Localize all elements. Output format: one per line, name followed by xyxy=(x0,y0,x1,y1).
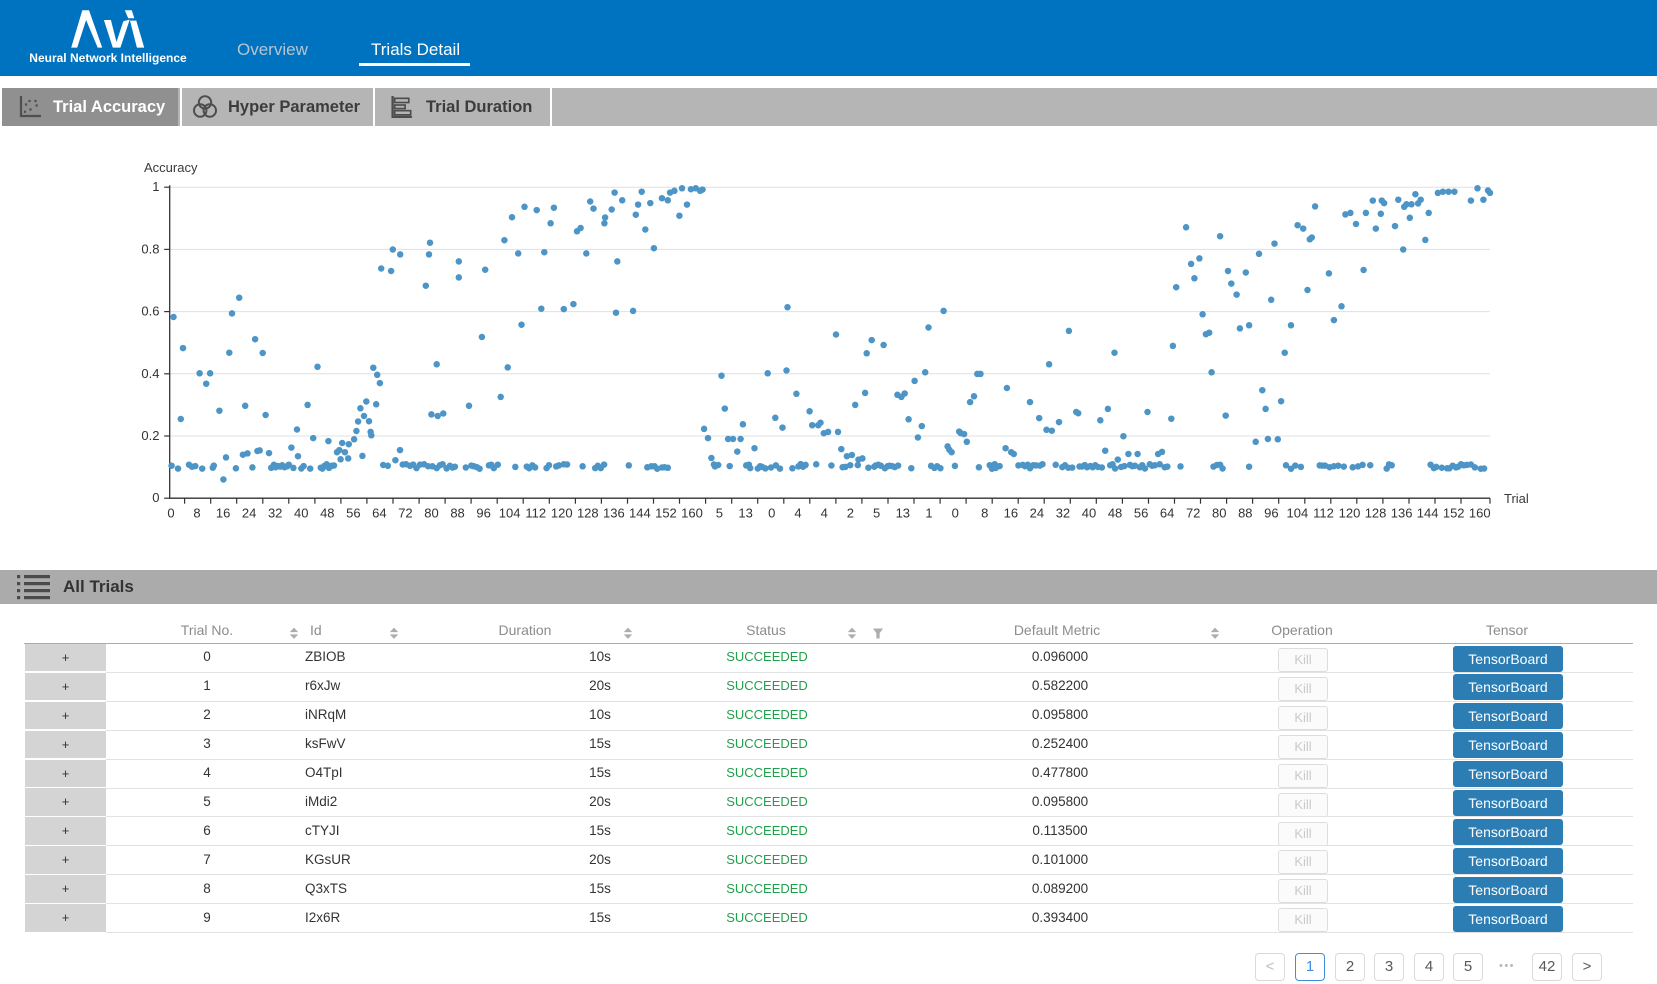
svg-text:56: 56 xyxy=(1134,506,1148,521)
svg-text:64: 64 xyxy=(372,506,386,521)
svg-text:48: 48 xyxy=(320,506,334,521)
svg-text:152: 152 xyxy=(655,506,677,521)
svg-text:112: 112 xyxy=(1313,506,1334,521)
svg-text:2: 2 xyxy=(847,506,854,521)
svg-text:64: 64 xyxy=(1160,506,1174,521)
svg-text:32: 32 xyxy=(268,506,282,521)
svg-text:8: 8 xyxy=(981,506,988,521)
svg-text:4: 4 xyxy=(794,506,801,521)
svg-text:120: 120 xyxy=(1339,506,1361,521)
svg-text:16: 16 xyxy=(1004,506,1018,521)
svg-text:88: 88 xyxy=(1238,506,1252,521)
svg-text:13: 13 xyxy=(896,506,910,521)
svg-text:80: 80 xyxy=(1212,506,1226,521)
svg-text:0: 0 xyxy=(768,506,775,521)
svg-text:5: 5 xyxy=(716,506,723,521)
svg-text:72: 72 xyxy=(1186,506,1200,521)
svg-text:56: 56 xyxy=(346,506,360,521)
svg-text:144: 144 xyxy=(1417,506,1439,521)
svg-text:128: 128 xyxy=(577,506,599,521)
svg-text:1: 1 xyxy=(925,506,932,521)
svg-text:136: 136 xyxy=(1391,506,1413,521)
svg-text:160: 160 xyxy=(681,506,703,521)
svg-text:0.8: 0.8 xyxy=(141,241,159,256)
svg-text:96: 96 xyxy=(476,506,490,521)
svg-text:24: 24 xyxy=(1030,506,1044,521)
svg-text:104: 104 xyxy=(499,506,521,521)
svg-text:48: 48 xyxy=(1108,506,1122,521)
svg-text:160: 160 xyxy=(1469,506,1491,521)
svg-text:152: 152 xyxy=(1443,506,1465,521)
svg-text:128: 128 xyxy=(1365,506,1387,521)
svg-text:40: 40 xyxy=(1082,506,1096,521)
svg-text:0.4: 0.4 xyxy=(141,366,159,381)
svg-text:120: 120 xyxy=(551,506,573,521)
svg-text:40: 40 xyxy=(294,506,308,521)
svg-text:Accuracy: Accuracy xyxy=(144,160,198,175)
svg-text:136: 136 xyxy=(603,506,625,521)
svg-text:72: 72 xyxy=(398,506,412,521)
svg-text:88: 88 xyxy=(450,506,464,521)
svg-text:8: 8 xyxy=(193,506,200,521)
svg-text:80: 80 xyxy=(424,506,438,521)
svg-text:0.6: 0.6 xyxy=(141,304,159,319)
svg-text:32: 32 xyxy=(1056,506,1070,521)
svg-text:104: 104 xyxy=(1287,506,1309,521)
svg-text:13: 13 xyxy=(738,506,752,521)
svg-text:Trial: Trial xyxy=(1504,491,1529,506)
svg-text:0.2: 0.2 xyxy=(141,428,159,443)
svg-text:24: 24 xyxy=(242,506,256,521)
svg-text:0: 0 xyxy=(152,490,159,505)
svg-text:96: 96 xyxy=(1264,506,1278,521)
svg-text:0: 0 xyxy=(952,506,959,521)
svg-text:0: 0 xyxy=(167,506,174,521)
svg-text:112: 112 xyxy=(525,506,546,521)
svg-text:16: 16 xyxy=(216,506,230,521)
svg-text:144: 144 xyxy=(629,506,651,521)
svg-text:1: 1 xyxy=(152,179,159,194)
svg-text:4: 4 xyxy=(821,506,828,521)
svg-text:5: 5 xyxy=(873,506,880,521)
